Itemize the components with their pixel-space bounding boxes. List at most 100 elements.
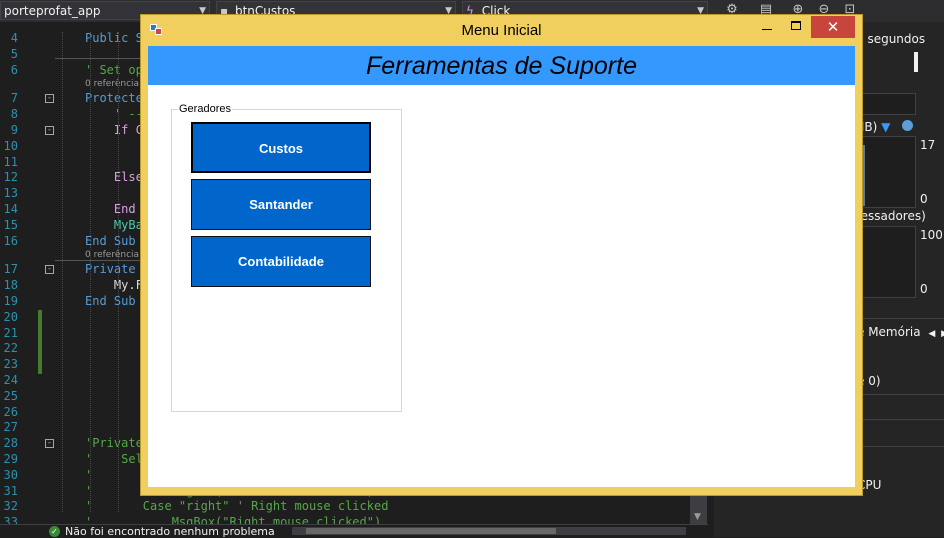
code-token: ' Set op — [85, 62, 143, 77]
memory-usage-tab-label: e Memória — [857, 325, 921, 339]
line-number: 29 — [3, 452, 18, 466]
code-text: ' Case "right" ' Right mouse clicked — [85, 498, 388, 514]
memory-graph — [854, 136, 916, 208]
line-number: 28 — [3, 436, 18, 451]
code-token: End — [85, 202, 143, 216]
line-number: 14 — [3, 202, 18, 216]
scroll-down-icon[interactable]: ▼ — [694, 512, 701, 522]
divider — [854, 394, 944, 395]
line-number: 5 — [10, 46, 18, 61]
line-number: 11 — [3, 154, 18, 169]
code-text: ' -- — [85, 106, 143, 122]
cpu-max-label: 100 — [920, 228, 943, 242]
code-text: ' Sel — [85, 451, 143, 467]
code-token: ' -- — [85, 107, 143, 122]
code-token: End Sub — [85, 233, 136, 248]
contabilidade-button-label: Contabilidade — [238, 254, 324, 269]
code-text: My.F — [85, 277, 143, 293]
santander-button[interactable]: Santander — [191, 179, 371, 230]
collapse-icon[interactable]: - — [45, 94, 54, 104]
code-text: End Sub — [85, 293, 136, 309]
line-number: 30 — [3, 467, 18, 482]
form-client-area: Ferramentas de Suporte Geradores Custos … — [148, 46, 855, 487]
code-text: MyBa — [85, 217, 143, 233]
line-number: 7 — [10, 91, 18, 106]
filter-triangle-icon[interactable]: ▼ — [881, 120, 890, 134]
scrollbar-thumb[interactable] — [306, 528, 556, 534]
line-number: 18 — [3, 278, 18, 293]
cpu-min-label: 0 — [920, 282, 928, 296]
minimize-icon — [762, 29, 772, 30]
line-number: 31 — [3, 483, 18, 498]
code-token: End Sub — [85, 294, 136, 308]
line-number: 24 — [3, 373, 18, 387]
project-combo-value: porteprofat_app — [4, 4, 101, 18]
divider — [854, 419, 944, 420]
memory-min-label: 0 — [920, 192, 928, 206]
cpu-graph — [854, 226, 916, 298]
chevron-left-icon[interactable]: ◀ — [928, 329, 935, 339]
editor-horizontal-scrollbar[interactable] — [292, 527, 686, 535]
check-circle-icon: ✓ — [49, 526, 60, 537]
code-token: Else — [85, 170, 143, 185]
contabilidade-button[interactable]: Contabilidade — [191, 236, 371, 287]
line-number: 9 — [10, 123, 18, 137]
code-text: Else — [85, 169, 143, 185]
code-text: ' — [85, 467, 92, 483]
close-icon: ✕ — [826, 18, 840, 36]
code-text: If C — [85, 122, 143, 138]
custos-button[interactable]: Custos — [191, 122, 371, 173]
line-number: 17 — [3, 262, 18, 277]
indent-guide — [62, 32, 63, 512]
line-number: 20 — [3, 309, 18, 324]
line-number: 27 — [3, 420, 18, 435]
cpu-section-label: cessadores) — [854, 209, 926, 223]
line-number: 13 — [3, 186, 18, 201]
divider — [854, 446, 944, 447]
line-number: 12 — [3, 170, 18, 185]
line-number: 26 — [3, 404, 18, 419]
line-number: 15 — [3, 217, 18, 232]
timeline-marker — [914, 52, 918, 72]
code-token: 'Private — [85, 436, 143, 451]
codelens-reference[interactable]: 0 referência — [85, 78, 139, 90]
code-text: End — [85, 201, 143, 217]
code-text: 'Private — [85, 435, 143, 451]
code-text: Protecte — [85, 90, 143, 106]
minimize-button[interactable] — [752, 16, 782, 38]
collapse-icon[interactable]: - — [45, 126, 54, 135]
line-number: 16 — [3, 233, 18, 248]
code-token: Private — [85, 262, 143, 277]
line-number: 23 — [3, 357, 18, 372]
line-number: 32 — [3, 499, 18, 514]
code-token: My.F — [85, 278, 143, 293]
maximize-button[interactable] — [782, 16, 812, 38]
code-token: If C — [85, 123, 143, 137]
line-number: 8 — [10, 107, 18, 122]
collapse-icon[interactable]: - — [45, 439, 54, 449]
collapse-icon[interactable]: - — [45, 265, 54, 275]
maximize-icon — [791, 21, 801, 30]
timeline-filter-box[interactable] — [854, 93, 916, 115]
issues-status-text: Não foi encontrado nenhum problema — [65, 525, 275, 538]
header-banner: Ferramentas de Suporte — [148, 46, 855, 85]
code-text: ' Set op — [85, 62, 143, 78]
line-number: 22 — [3, 341, 18, 356]
line-number: 10 — [3, 138, 18, 153]
memory-max-label: 17 — [920, 138, 936, 152]
indent-guide — [90, 32, 91, 512]
line-number: 6 — [10, 62, 18, 77]
code-text: End Sub — [85, 233, 136, 249]
menu-inicial-window: Menu Inicial ✕ Ferramentas de Suporte Ge… — [140, 14, 863, 496]
group-box-label: Geradores — [178, 102, 232, 116]
line-number: 25 — [3, 388, 18, 403]
code-line[interactable]: 32 ' Case "right" ' Right mouse clicked — [0, 498, 690, 514]
snapshot-dot-icon — [902, 120, 913, 131]
close-button[interactable]: ✕ — [811, 16, 855, 38]
code-token: ' Case "right" ' Right mouse clicked — [85, 499, 389, 514]
memory-usage-tab[interactable]: e Memória ◀ ▶ — [857, 325, 944, 339]
code-token: Public S — [85, 31, 143, 45]
code-token: ' — [85, 467, 93, 482]
indent-guide — [118, 32, 119, 512]
code-token: Protecte — [85, 91, 143, 106]
